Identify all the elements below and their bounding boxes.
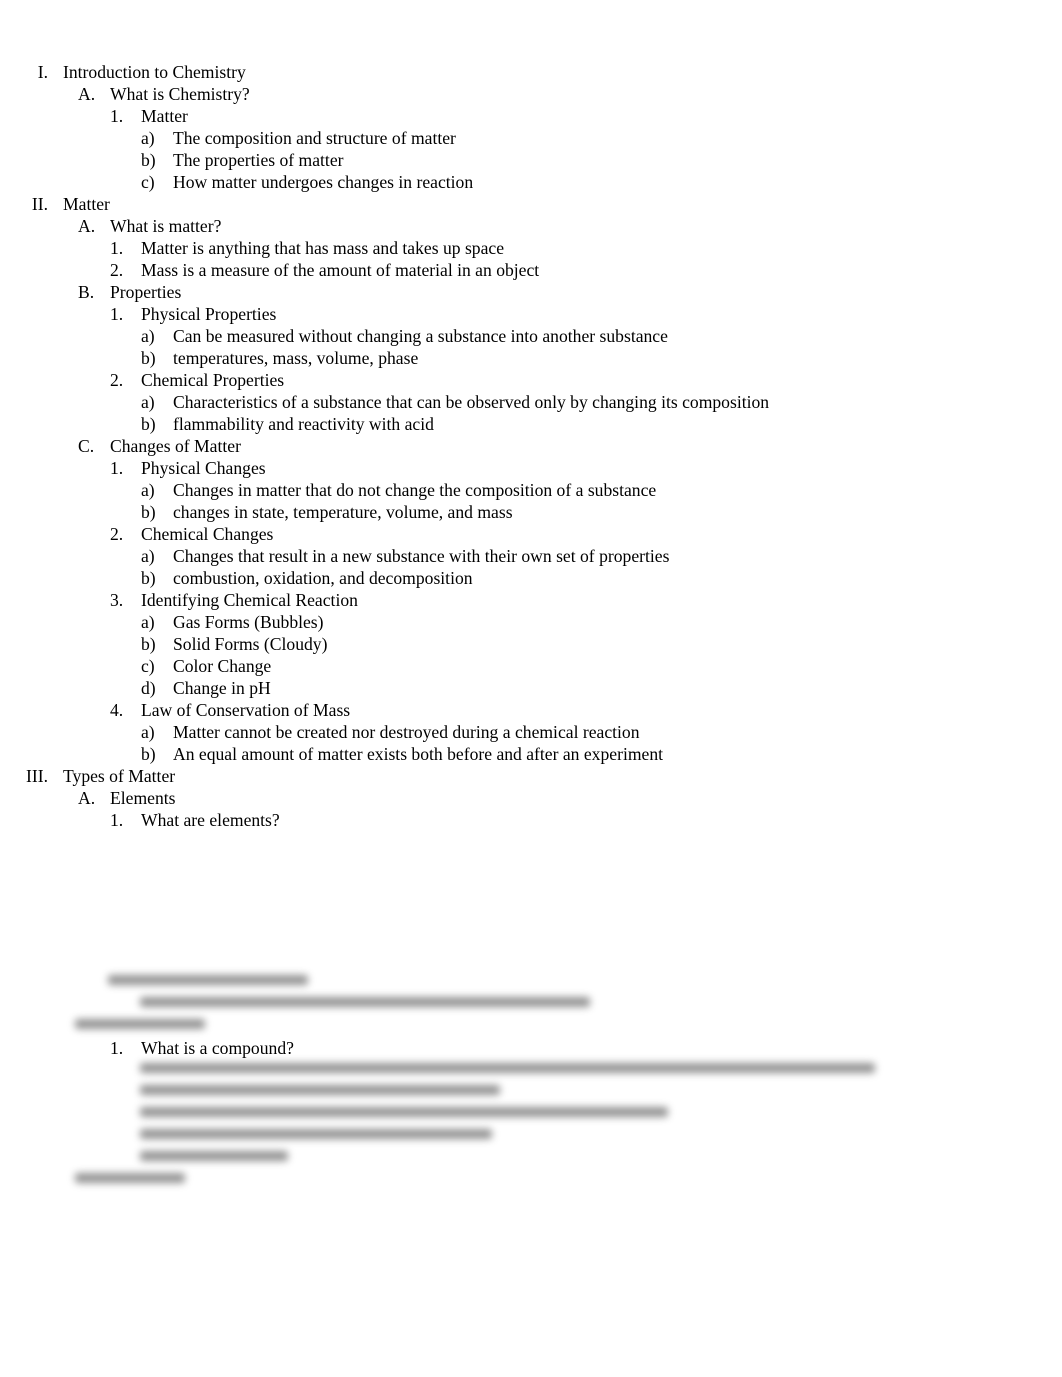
list-marker: a) bbox=[141, 128, 155, 148]
list-text: Color Change bbox=[173, 656, 272, 676]
blurred-line bbox=[140, 1107, 668, 1117]
list-text: Matter bbox=[63, 194, 110, 214]
list-marker: b) bbox=[141, 744, 156, 764]
list-marker: b) bbox=[141, 502, 156, 522]
list-text: Matter bbox=[141, 106, 188, 126]
list-text: An equal amount of matter exists both be… bbox=[173, 744, 664, 764]
list-marker: a) bbox=[141, 392, 155, 412]
list-text: combustion, oxidation, and decomposition bbox=[173, 568, 473, 588]
list-marker: C. bbox=[78, 436, 95, 456]
list-marker: b) bbox=[141, 634, 156, 654]
list-text: Types of Matter bbox=[63, 766, 176, 786]
list-text: What is Chemistry? bbox=[110, 84, 250, 104]
list-text: Solid Forms (Cloudy) bbox=[173, 634, 328, 654]
list-text: Matter cannot be created nor destroyed d… bbox=[173, 722, 640, 742]
list-marker: 1. bbox=[110, 1038, 124, 1058]
list-marker: b) bbox=[141, 348, 156, 368]
list-marker: A. bbox=[78, 84, 96, 104]
list-text: What is a compound? bbox=[141, 1038, 294, 1058]
list-text: Chemical Changes bbox=[141, 524, 274, 544]
list-text: Can be measured without changing a subst… bbox=[173, 326, 668, 346]
list-text: Gas Forms (Bubbles) bbox=[173, 612, 324, 632]
list-marker: 2. bbox=[110, 524, 124, 544]
list-text: Mass is a measure of the amount of mater… bbox=[141, 260, 540, 280]
list-marker: 2. bbox=[110, 370, 124, 390]
list-text: The properties of matter bbox=[173, 150, 344, 170]
list-marker: A. bbox=[78, 788, 96, 808]
blurred-line bbox=[140, 1129, 492, 1139]
list-marker: b) bbox=[141, 150, 156, 170]
blurred-line bbox=[75, 1019, 205, 1029]
list-marker: a) bbox=[141, 546, 155, 566]
list-text: How matter undergoes changes in reaction bbox=[173, 172, 474, 192]
list-marker: B. bbox=[78, 282, 95, 302]
list-marker: II. bbox=[31, 194, 48, 214]
list-marker: a) bbox=[141, 326, 155, 346]
list-text: Properties bbox=[110, 282, 182, 302]
blurred-line bbox=[75, 1173, 185, 1183]
list-marker: III. bbox=[26, 766, 48, 786]
list-marker: 1. bbox=[110, 458, 124, 478]
list-text: Changes that result in a new substance w… bbox=[173, 546, 670, 566]
blurred-line bbox=[140, 1085, 500, 1095]
list-text: Physical Changes bbox=[141, 458, 266, 478]
blurred-line bbox=[108, 975, 308, 985]
list-text: changes in state, temperature, volume, a… bbox=[173, 502, 513, 522]
list-text: Identifying Chemical Reaction bbox=[141, 590, 358, 610]
list-marker: A. bbox=[78, 216, 96, 236]
list-marker: 4. bbox=[110, 700, 124, 720]
blurred-line bbox=[140, 1151, 288, 1161]
list-text: What are elements? bbox=[141, 810, 280, 830]
list-text: Chemical Properties bbox=[141, 370, 285, 390]
list-text: flammability and reactivity with acid bbox=[173, 414, 434, 434]
list-text: The composition and structure of matter bbox=[173, 128, 456, 148]
list-marker: 1. bbox=[110, 238, 124, 258]
list-marker: 3. bbox=[110, 590, 124, 610]
list-text: Elements bbox=[110, 788, 176, 808]
list-text: Changes of Matter bbox=[110, 436, 241, 456]
list-text: Matter is anything that has mass and tak… bbox=[141, 238, 505, 258]
list-marker: c) bbox=[141, 656, 155, 676]
list-text: What is matter? bbox=[110, 216, 222, 236]
list-marker: a) bbox=[141, 612, 155, 632]
list-marker: 1. bbox=[110, 106, 124, 126]
list-marker: 1. bbox=[110, 304, 124, 324]
list-marker: c) bbox=[141, 172, 155, 192]
list-text: Introduction to Chemistry bbox=[63, 62, 246, 82]
list-marker: I. bbox=[37, 62, 48, 82]
list-text: Change in pH bbox=[173, 678, 271, 698]
list-text: Physical Properties bbox=[141, 304, 277, 324]
list-text: Characteristics of a substance that can … bbox=[173, 392, 770, 412]
blurred-line bbox=[140, 1063, 875, 1073]
list-text: Changes in matter that do not change the… bbox=[173, 480, 657, 500]
list-marker: b) bbox=[141, 568, 156, 588]
list-marker: a) bbox=[141, 722, 155, 742]
list-marker: b) bbox=[141, 414, 156, 434]
list-marker: a) bbox=[141, 480, 155, 500]
list-marker: d) bbox=[141, 678, 156, 698]
list-text: Law of Conservation of Mass bbox=[141, 700, 351, 720]
list-marker: 1. bbox=[110, 810, 124, 830]
list-marker: 2. bbox=[110, 260, 124, 280]
blurred-line bbox=[140, 997, 590, 1007]
list-text: temperatures, mass, volume, phase bbox=[173, 348, 419, 368]
